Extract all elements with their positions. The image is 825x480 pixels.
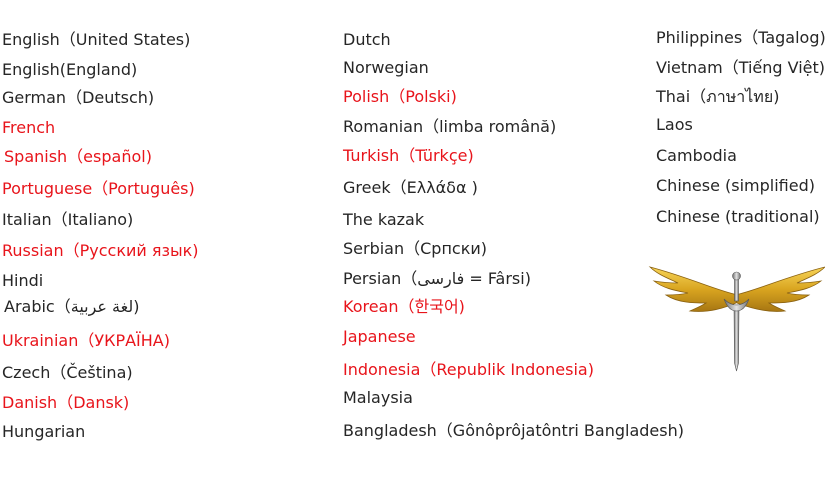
language-item[interactable]: Turkish（Türkçe) [343, 146, 474, 166]
language-item[interactable]: Laos [656, 115, 693, 135]
language-item[interactable]: Russian（Русский язык) [2, 241, 199, 261]
language-item[interactable]: Chinese (simplified) [656, 176, 815, 196]
language-item[interactable]: Serbian（Српски) [343, 239, 487, 259]
language-item[interactable]: Italian（Italiano) [2, 210, 133, 230]
language-item[interactable]: Romanian（limba română) [343, 117, 556, 137]
language-item[interactable]: Czech（Čeština) [2, 363, 133, 383]
language-item[interactable]: Cambodia [656, 146, 737, 166]
language-item[interactable]: English(England) [2, 60, 137, 80]
language-item[interactable]: Bangladesh（Gônôprôjatôntri Bangladesh) [343, 421, 684, 441]
language-item[interactable]: Chinese (traditional) [656, 207, 820, 227]
language-item[interactable]: Spanish（español) [4, 147, 152, 167]
language-item[interactable]: Philippines（Tagalog) [656, 28, 825, 48]
language-list: English（United States) English(England) … [0, 0, 825, 480]
language-item[interactable]: Arabic（لغة عربية) [4, 297, 139, 317]
language-item[interactable]: French [2, 118, 55, 138]
language-item[interactable]: English（United States) [2, 30, 190, 50]
language-item[interactable]: Dutch [343, 30, 391, 50]
language-item[interactable]: Japanese [343, 327, 416, 347]
language-item[interactable]: Malaysia [343, 388, 413, 408]
language-item[interactable]: German（Deutsch) [2, 88, 154, 108]
language-item[interactable]: Hungarian [2, 422, 85, 442]
language-item[interactable]: Ukrainian（УКРАЇНА) [2, 331, 170, 351]
language-item[interactable]: Danish（Dansk) [2, 393, 129, 413]
language-item[interactable]: Portuguese（Português) [2, 179, 195, 199]
language-item[interactable]: Greek（Ελλάδα ) [343, 178, 478, 198]
language-item[interactable]: Hindi [2, 271, 43, 291]
language-item[interactable]: The kazak [343, 210, 424, 230]
language-item[interactable]: Vietnam（Tiếng Việt) [656, 58, 825, 78]
language-item[interactable]: Polish（Polski) [343, 87, 457, 107]
language-item[interactable]: Persian（فارسی = Fârsi) [343, 269, 531, 289]
language-item[interactable]: Korean（한국어) [343, 297, 465, 317]
language-item[interactable]: Thai（ภาษาไทย) [656, 87, 779, 107]
language-item[interactable]: Norwegian [343, 58, 429, 78]
winged-sword-emblem [648, 266, 825, 372]
language-item[interactable]: Indonesia（Republik Indonesia) [343, 360, 594, 380]
